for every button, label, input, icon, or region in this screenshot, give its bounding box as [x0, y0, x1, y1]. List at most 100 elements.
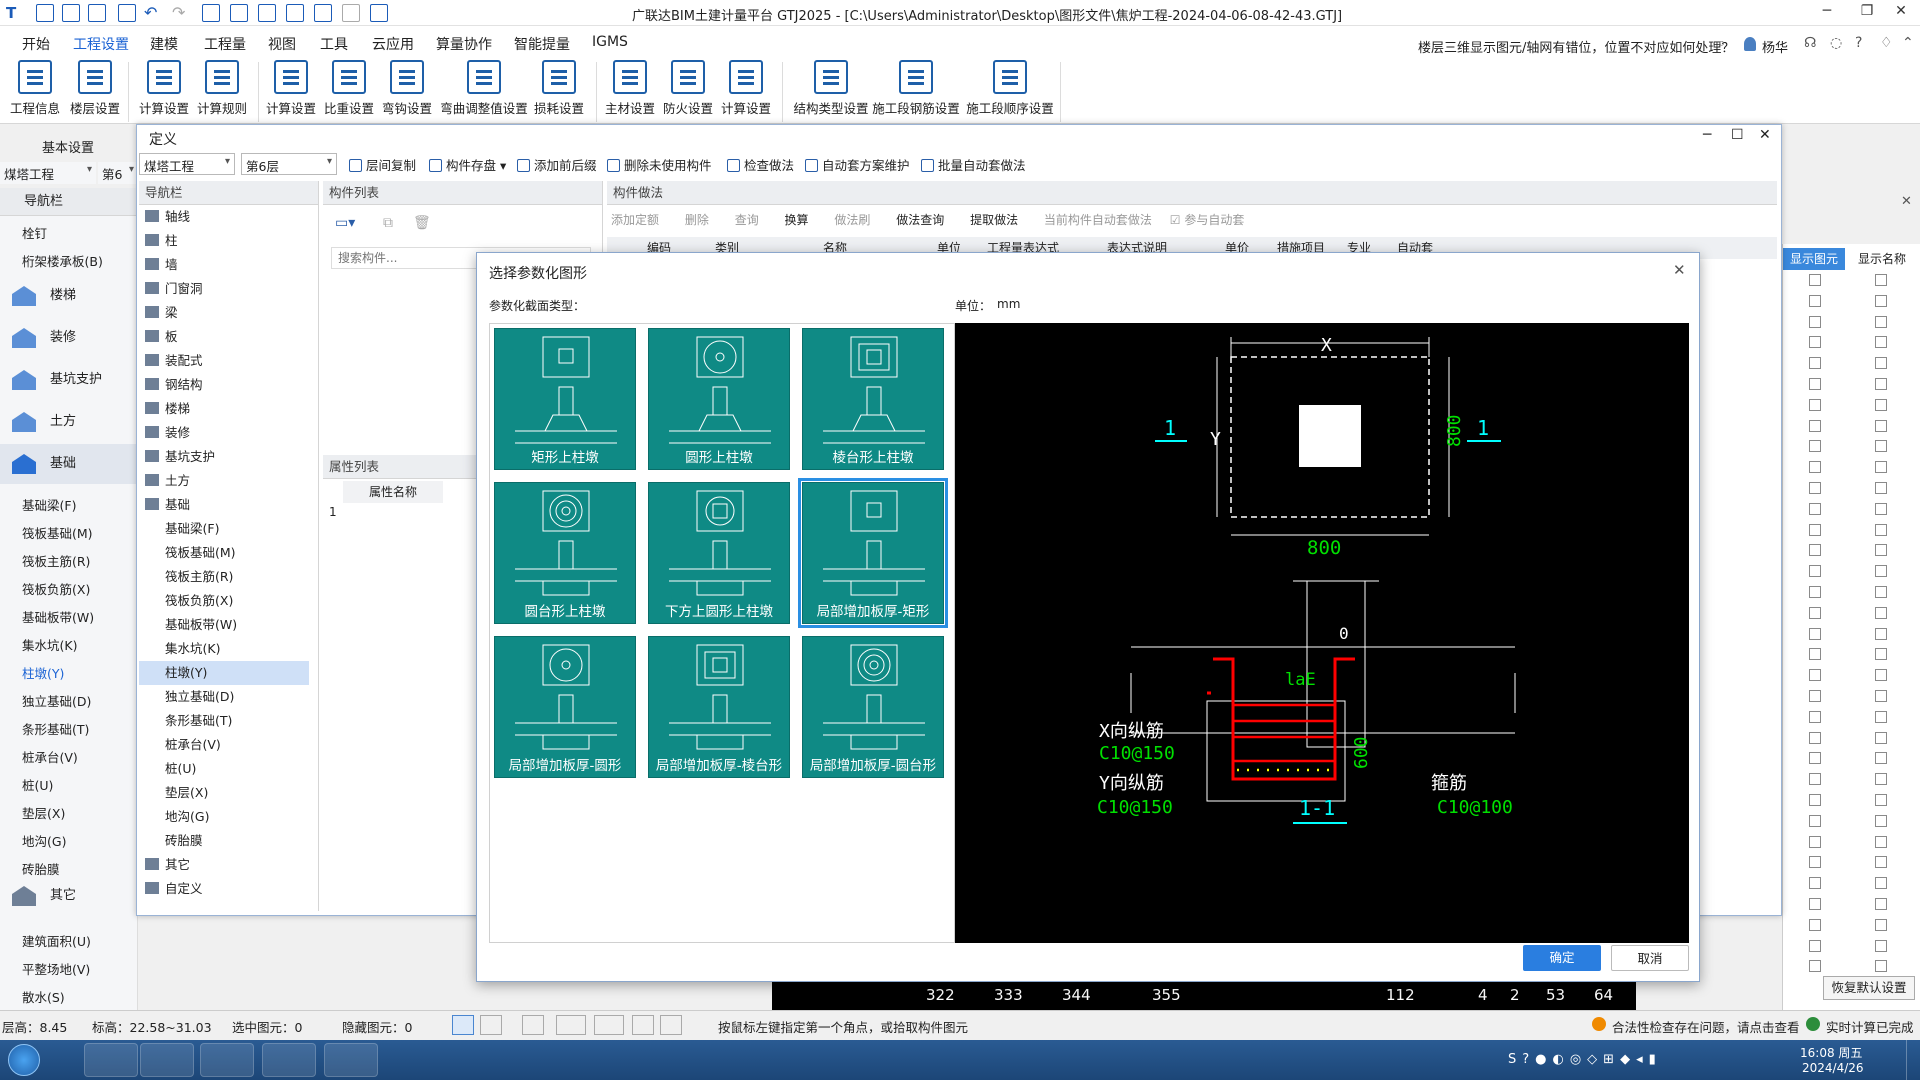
display-checkbox[interactable] — [1875, 294, 1887, 307]
display-checkbox[interactable] — [1875, 586, 1887, 598]
display-checkbox[interactable] — [1809, 544, 1821, 557]
copy-component-icon[interactable]: ⧉ — [383, 215, 393, 231]
floor-select-main[interactable]: 第6层 — [98, 162, 138, 184]
method-query-button[interactable]: 做法查询 — [896, 213, 944, 227]
display-checkbox[interactable] — [1875, 731, 1887, 744]
display-checkbox[interactable] — [1809, 648, 1821, 661]
display-checkbox[interactable] — [1875, 461, 1887, 474]
query-button[interactable]: 查询 — [735, 213, 759, 227]
show-desktop-button[interactable] — [1906, 1040, 1920, 1080]
display-checkbox[interactable] — [1809, 502, 1821, 515]
new-icon[interactable] — [36, 4, 54, 22]
display-checkbox[interactable] — [1809, 523, 1821, 536]
defwin-nav-item[interactable]: 基础梁(F) — [139, 517, 309, 541]
lp-item[interactable]: 垫层(X) — [0, 802, 138, 826]
user-name[interactable]: 杨华 — [1762, 37, 1788, 56]
display-checkbox[interactable] — [1809, 482, 1821, 494]
show-elem-header[interactable]: 显示图元 — [1783, 248, 1845, 270]
display-checkbox[interactable] — [1875, 898, 1887, 910]
display-checkbox[interactable] — [1875, 690, 1887, 702]
extract-method-button[interactable]: 提取做法 — [970, 213, 1018, 227]
tb-delete-unused[interactable]: 删除未使用构件 — [607, 155, 712, 174]
defwin-nav-item[interactable]: 桩(U) — [139, 757, 309, 781]
display-checkbox[interactable] — [1809, 627, 1821, 640]
ok-button[interactable]: 确定 — [1523, 945, 1601, 971]
ribbon-material[interactable]: 主材设置 — [601, 60, 659, 117]
show-name-header[interactable]: 显示名称 — [1849, 248, 1915, 270]
display-checkbox[interactable] — [1809, 419, 1821, 432]
project-select[interactable]: 煤塔工程 — [0, 162, 96, 184]
display-checkbox[interactable] — [1809, 315, 1821, 328]
defwin-nav-item[interactable]: 柱墩(Y) — [139, 661, 309, 685]
lp-item[interactable]: 筏板负筋(X) — [0, 578, 138, 602]
display-checkbox[interactable] — [1875, 378, 1887, 390]
display-checkbox[interactable] — [1809, 731, 1821, 744]
search-icon[interactable]: ⌕ — [1718, 36, 1725, 51]
shape-tile[interactable]: 局部增加板厚-矩形 — [798, 478, 948, 628]
ribbon-density[interactable]: 比重设置 — [320, 60, 378, 117]
display-checkbox[interactable] — [1875, 523, 1887, 536]
bell-icon[interactable]: ♢ — [1880, 35, 1893, 51]
lp-cat-pit[interactable]: 基坑支护 — [0, 360, 138, 400]
new-component-icon[interactable]: ▭▾ — [335, 215, 355, 231]
cancel-button[interactable]: 取消 — [1611, 945, 1689, 971]
display-checkbox[interactable] — [1809, 294, 1821, 307]
menu-view[interactable]: 视图 — [268, 34, 296, 54]
add-quota-button[interactable]: 添加定额 — [611, 213, 659, 227]
auto-method-button[interactable]: 当前构件自动套做法 — [1044, 213, 1152, 227]
lp-item-truss-deck[interactable]: 桁架楼承板(B) — [0, 250, 138, 274]
display-checkbox[interactable] — [1875, 877, 1887, 890]
snap-tool-4[interactable] — [556, 1015, 586, 1035]
taskbar-explorer-icon[interactable] — [140, 1043, 194, 1077]
headset-icon[interactable]: ☊ — [1804, 35, 1816, 51]
delete-component-icon[interactable]: 🗑 — [413, 215, 431, 231]
display-checkbox[interactable] — [1809, 835, 1821, 848]
defwin-nav-item[interactable]: 筏板负筋(X) — [139, 589, 309, 613]
defwin-nav-item[interactable]: 筏板基础(M) — [139, 541, 309, 565]
status-check[interactable]: 合法性检查存在问题，请点击查看 — [1612, 1017, 1800, 1036]
ribbon-segment-rebar[interactable]: 施工段钢筋设置 — [872, 60, 960, 117]
display-checkbox[interactable] — [1875, 794, 1887, 806]
display-checkbox[interactable] — [1809, 357, 1821, 370]
tool-icon-6[interactable] — [342, 4, 360, 22]
undo-icon[interactable]: ↶ — [144, 3, 157, 22]
display-checkbox[interactable] — [1809, 586, 1821, 598]
app-logo-icon[interactable]: T — [6, 4, 24, 22]
defwin-project-select[interactable]: 煤塔工程 — [139, 153, 235, 175]
menu-tools[interactable]: 工具 — [320, 34, 348, 54]
display-checkbox[interactable] — [1809, 939, 1821, 952]
display-checkbox[interactable] — [1809, 877, 1821, 890]
display-checkbox[interactable] — [1875, 357, 1887, 370]
help-question[interactable]: 楼层三维显示图元/轴网有错位，位置不对应如何处理？ — [1418, 37, 1734, 56]
defwin-nav-item[interactable]: 钢结构 — [139, 373, 309, 397]
defwin-nav-item[interactable]: 桩承台(V) — [139, 733, 309, 757]
lp-item[interactable]: 集水坑(K) — [0, 634, 138, 658]
taskbar-app-icon[interactable] — [262, 1043, 316, 1077]
ribbon-loss[interactable]: 损耗设置 — [530, 60, 588, 117]
tb-batch-auto[interactable]: 批量自动套做法 — [921, 155, 1026, 174]
restore-default-button[interactable]: 恢复默认设置 — [1823, 976, 1915, 1000]
defwin-nav-item[interactable]: 独立基础(D) — [139, 685, 309, 709]
save-icon[interactable] — [118, 4, 136, 22]
display-checkbox[interactable] — [1875, 274, 1887, 286]
tool-icon-5[interactable] — [314, 4, 332, 22]
display-checkbox[interactable] — [1809, 669, 1821, 682]
close-button[interactable]: ✕ — [1886, 3, 1916, 19]
display-checkbox[interactable] — [1875, 419, 1887, 432]
display-checkbox[interactable] — [1875, 918, 1887, 931]
menu-start[interactable]: 开始 — [22, 34, 50, 54]
display-checkbox[interactable] — [1875, 939, 1887, 952]
shape-tile[interactable]: 下方上圆形上柱墩 — [648, 482, 790, 624]
defwin-nav-item[interactable]: 梁 — [139, 301, 309, 325]
ribbon-hook[interactable]: 弯钩设置 — [378, 60, 436, 117]
start-button-icon[interactable] — [8, 1044, 40, 1076]
shape-tile[interactable]: 局部增加板厚-圆台形 — [802, 636, 944, 778]
method-brush-button[interactable]: 做法刷 — [834, 213, 870, 227]
defwin-nav-item[interactable]: 基础板带(W) — [139, 613, 309, 637]
ribbon-calc-rule[interactable]: 计算规则 — [193, 60, 251, 117]
ribbon-calc-setting[interactable]: 计算设置 — [135, 60, 193, 117]
lp-item[interactable]: 桩(U) — [0, 774, 138, 798]
lp-item[interactable]: 筏板基础(M) — [0, 522, 138, 546]
shape-tile[interactable]: 圆形上柱墩 — [648, 328, 790, 470]
tb-prefix-suffix[interactable]: 添加前后缀 — [517, 155, 597, 174]
